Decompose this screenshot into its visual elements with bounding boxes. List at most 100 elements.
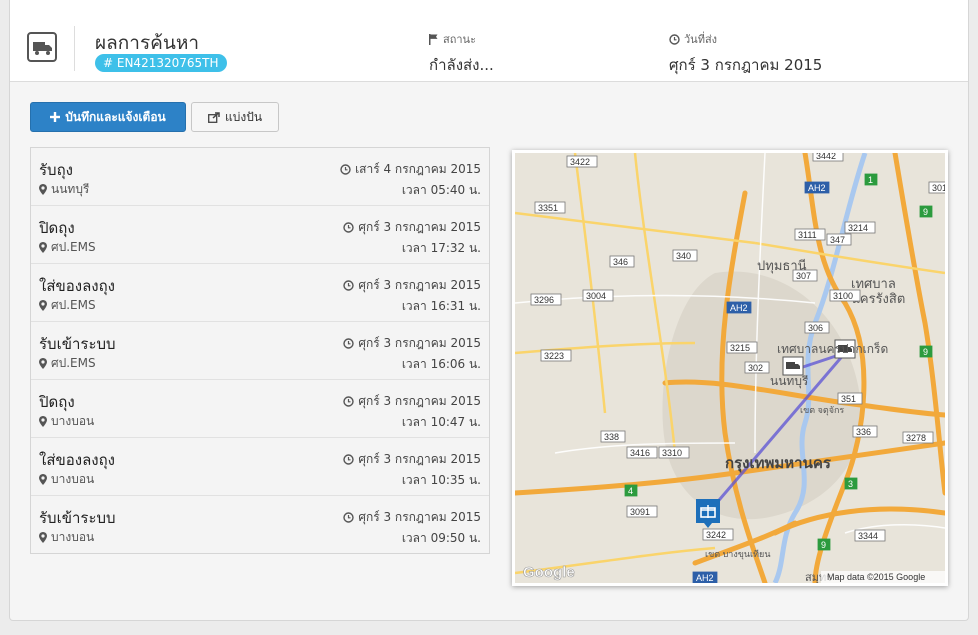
map-place-label: เทศบาล	[851, 276, 896, 291]
svg-text:AH2: AH2	[808, 183, 826, 193]
road-shield: 351	[837, 392, 863, 405]
svg-text:3214: 3214	[848, 223, 868, 233]
send-date-block: วันที่ส่ง ศุกร์ 3 กรกฎาคม 2015	[669, 30, 822, 77]
svg-text:3223: 3223	[544, 351, 564, 361]
timeline-status: ปิดถุง	[39, 393, 75, 411]
road-shield: 3004	[582, 289, 614, 302]
svg-text:3344: 3344	[858, 531, 878, 541]
road-shield: 1	[864, 173, 878, 186]
share-button[interactable]: แบ่งปัน	[191, 102, 279, 132]
status-label: สถานะ	[443, 33, 476, 46]
status-value: กำลังส่ง...	[429, 56, 494, 74]
timeline-row: ปิดถุง บางบอน ศุกร์ 3 กรกฎาคม 2015 เวลา …	[31, 380, 489, 438]
result-card: ผลการค้นหา # EN421320765TH สถานะ กำลังส่…	[9, 0, 969, 621]
svg-text:3091: 3091	[630, 507, 650, 517]
timeline-time: เวลา 16:06 น.	[401, 357, 481, 371]
svg-text:3442: 3442	[816, 153, 836, 161]
road-shield: AH2	[804, 181, 830, 194]
timeline-row: ใส่ของลงถุง บางบอน ศุกร์ 3 กรกฎาคม 2015 …	[31, 438, 489, 496]
tracking-timeline: รับถุง นนทบุรี เสาร์ 4 กรกฎาคม 2015 เวลา…	[30, 147, 490, 554]
road-shield: 3351	[534, 201, 566, 214]
map-marker-icon	[39, 532, 47, 543]
share-button-label: แบ่งปัน	[224, 109, 263, 124]
road-shield: 338	[600, 430, 626, 443]
truck-icon	[27, 32, 57, 62]
svg-text:3010: 3010	[932, 183, 945, 193]
timeline-time: เวลา 10:35 น.	[401, 473, 481, 487]
timeline-date: ศุกร์ 3 กรกฎาคม 2015	[358, 336, 481, 350]
plus-icon	[50, 112, 61, 122]
road-shield: 3	[844, 477, 858, 490]
timeline-date: ศุกร์ 3 กรกฎาคม 2015	[358, 510, 481, 524]
road-shield: 3296	[530, 293, 562, 306]
svg-text:346: 346	[613, 257, 628, 267]
save-button-label: บันทึกและแจ้งเตือน	[65, 109, 166, 124]
svg-text:3100: 3100	[833, 291, 853, 301]
clock-icon	[343, 512, 355, 523]
svg-text:3215: 3215	[730, 343, 750, 353]
timeline-date: ศุกร์ 3 กรกฎาคม 2015	[358, 278, 481, 292]
map-city-label: กรุงเทพมหานคร	[725, 455, 832, 473]
road-shield: 3100	[829, 289, 861, 302]
timeline-location: ศป.EMS	[51, 240, 96, 254]
map-place-label: เขต จตุจักร	[800, 405, 844, 416]
timeline-row: รับเข้าระบบ ศป.EMS ศุกร์ 3 กรกฎาคม 2015 …	[31, 322, 489, 380]
map-marker-icon	[39, 242, 47, 253]
map-canvas[interactable]: กรุงเทพมหานคร ปทุมธานี เทศบาล นครรังสิต …	[515, 153, 945, 583]
svg-text:9: 9	[923, 347, 928, 357]
timeline-location: ศป.EMS	[51, 298, 96, 312]
svg-text:3: 3	[848, 479, 853, 489]
road-shield: 3111	[794, 228, 826, 241]
timeline-location: นนทบุรี	[51, 182, 90, 196]
svg-text:AH2: AH2	[696, 573, 714, 583]
svg-text:AH2: AH2	[730, 303, 748, 313]
map-marker-icon	[39, 474, 47, 485]
clock-icon	[340, 164, 351, 175]
clock-icon	[343, 396, 355, 407]
svg-text:3422: 3422	[570, 157, 590, 167]
timeline-status: รับถุง	[39, 161, 73, 179]
svg-text:351: 351	[841, 394, 856, 404]
clock-icon	[343, 338, 355, 349]
timeline-row: รับเข้าระบบ บางบอน ศุกร์ 3 กรกฎาคม 2015 …	[31, 496, 489, 553]
road-shield: 3278	[902, 431, 934, 444]
road-shield: 336	[852, 425, 878, 438]
timeline-date: ศุกร์ 3 กรกฎาคม 2015	[358, 452, 481, 466]
road-shield: AH2	[692, 571, 718, 583]
date-value: ศุกร์ 3 กรกฎาคม 2015	[669, 56, 823, 74]
google-logo: Google	[523, 564, 575, 581]
timeline-time: เวลา 16:31 น.	[401, 299, 481, 313]
result-header: ผลการค้นหา # EN421320765TH สถานะ กำลังส่…	[10, 0, 968, 82]
road-shield: 302	[744, 361, 770, 374]
timeline-status: ใส่ของลงถุง	[39, 451, 115, 469]
road-shield: 347	[826, 233, 852, 246]
svg-text:1: 1	[868, 175, 873, 185]
timeline-location: บางบอน	[51, 472, 95, 486]
map-marker-icon	[39, 416, 47, 427]
clock-icon	[669, 33, 680, 45]
clock-icon	[343, 454, 355, 465]
timeline-status: รับเข้าระบบ	[39, 335, 116, 353]
svg-text:307: 307	[796, 271, 811, 281]
save-and-notify-button[interactable]: บันทึกและแจ้งเตือน	[30, 102, 186, 132]
timeline-row: รับถุง นนทบุรี เสาร์ 4 กรกฎาคม 2015 เวลา…	[31, 148, 489, 206]
road-shield: 306	[804, 321, 830, 334]
route-map[interactable]: กรุงเทพมหานคร ปทุมธานี เทศบาล นครรังสิต …	[512, 150, 948, 586]
timeline-time: เวลา 09:50 น.	[401, 531, 481, 545]
road-shield: 3442	[812, 153, 844, 162]
svg-text:3351: 3351	[538, 203, 558, 213]
svg-text:9: 9	[821, 540, 826, 550]
road-shield: AH2	[726, 301, 752, 314]
svg-text:3278: 3278	[906, 433, 926, 443]
svg-text:3416: 3416	[630, 448, 650, 458]
svg-text:3242: 3242	[706, 530, 726, 540]
tracking-number-badge: # EN421320765TH	[95, 54, 227, 72]
svg-text:3310: 3310	[662, 448, 682, 458]
road-shield: 307	[792, 269, 818, 282]
road-shield: 3091	[626, 505, 658, 518]
timeline-date: ศุกร์ 3 กรกฎาคม 2015	[358, 394, 481, 408]
road-shield: 3215	[726, 341, 758, 354]
road-shield: 346	[609, 255, 635, 268]
road-shield: 3242	[702, 528, 734, 541]
map-marker-icon	[39, 358, 47, 369]
